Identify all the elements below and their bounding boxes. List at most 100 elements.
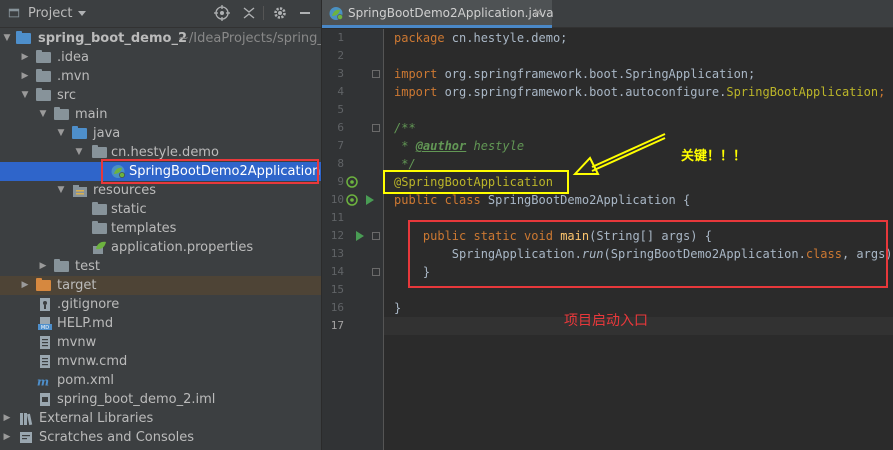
project-view-icon [8,8,20,18]
annotation-key-label: 关键！！！ [681,149,747,164]
line-number: 10 [330,193,344,206]
code-token: * [394,139,416,153]
arrow-icon [572,133,666,175]
tree-item-label: templates [111,221,177,236]
tab-springbootdemo2application[interactable]: SpringBootDemo2Application.java × [322,0,554,28]
tree-item-scratches[interactable]: ▶ Scratches and Consoles [0,428,321,447]
tree-item-label: main [75,107,108,122]
tree-item-gitignore[interactable]: .gitignore [0,295,321,314]
close-icon[interactable]: × [533,5,543,19]
project-tool-window: Project ▼ spring_boot_demo_2 ~/IdeaProje… [0,0,321,450]
maven-file-icon: m [37,374,49,388]
annotation-entry-label: 项目启动入口 [564,313,648,329]
tab-label: SpringBootDemo2Application.java [348,6,554,20]
line-number: 1 [337,31,344,44]
collapsed-arrow-icon[interactable]: ▶ [38,257,48,276]
line-number: 3 [337,67,344,80]
code-token: cn.hestyle.demo; [444,31,568,45]
expand-arrow-icon[interactable]: ▼ [56,124,66,143]
expand-arrow-icon[interactable]: ▼ [38,105,48,124]
line-number: 16 [330,301,344,314]
code-token: SpringBootApplication [726,85,879,99]
hide-panel-icon[interactable] [297,5,313,21]
code-token: import [394,67,438,81]
code-token: import [394,85,438,99]
text-file-icon [40,336,50,349]
tree-item-main[interactable]: ▼ main [0,105,321,124]
tree-item-iml[interactable]: spring_boot_demo_2.iml [0,390,321,409]
collapsed-arrow-icon[interactable]: ▶ [20,276,30,295]
collapsed-arrow-icon[interactable]: ▶ [2,409,12,428]
run-main-icon[interactable] [356,231,364,241]
svg-text:m: m [37,374,49,388]
tree-item-mvn[interactable]: ▶ .mvn [0,67,321,86]
tree-item-label: mvnw [57,335,97,350]
project-view-selector[interactable]: Project [28,6,72,21]
package-icon [92,145,107,158]
code-token: public class [394,193,481,207]
resources-folder-icon [73,185,87,197]
folder-icon [36,50,51,63]
tree-item-idea[interactable]: ▶ .idea [0,48,321,67]
crosshair-icon[interactable] [214,5,230,21]
tree-item-pom-xml[interactable]: m pom.xml [0,371,321,390]
svg-text:MD: MD [41,325,49,331]
expand-arrow-icon[interactable]: ▼ [2,29,12,48]
folder-icon [36,88,51,101]
code-line-6: /** [394,119,416,137]
tree-item-target[interactable]: ▶ target [0,276,321,295]
collapse-all-icon[interactable] [241,5,257,21]
tree-item-mvnw[interactable]: mvnw [0,333,321,352]
collapsed-arrow-icon[interactable]: ▶ [20,67,30,86]
collapsed-arrow-icon[interactable]: ▶ [20,48,30,67]
module-path: ~/IdeaProjects/spring_b [178,31,321,46]
gear-icon[interactable] [272,5,288,21]
spring-bean-gutter-icon[interactable] [346,176,358,188]
tree-item-label: mvnw.cmd [57,354,128,369]
tree-item-static[interactable]: static [0,200,321,219]
tree-item-external-libraries[interactable]: ▶ External Libraries [0,409,321,428]
collapsed-arrow-icon[interactable]: ▶ [2,428,12,447]
expand-arrow-icon[interactable]: ▼ [20,86,30,105]
line-number: 4 [337,85,344,98]
tree-item-java[interactable]: ▼ java [0,124,321,143]
highlight-box-main-class [101,159,319,184]
expand-arrow-icon[interactable]: ▼ [74,143,84,162]
chevron-down-icon[interactable] [78,11,86,17]
run-class-icon[interactable] [366,195,374,205]
line-number: 14 [330,265,344,278]
fold-marker-icon[interactable] [372,268,380,276]
editor-tab-bar: SpringBootDemo2Application.java × [322,0,893,28]
line-number: 11 [330,211,344,224]
spring-properties-icon [93,241,106,254]
code-token: hestyle [466,139,525,153]
tree-item-module-root[interactable]: ▼ spring_boot_demo_2 ~/IdeaProjects/spri… [0,29,321,48]
code-line-4: import org.springframework.boot.autoconf… [394,83,885,101]
editor-gutter: 1 2 3 4 5 6 7 8 9 10 11 12 13 14 15 16 1… [322,29,384,450]
folder-icon [54,107,69,120]
tree-item-help-md[interactable]: MD HELP.md [0,314,321,333]
fold-marker-icon[interactable] [372,232,380,240]
iml-file-icon [40,393,50,406]
folder-icon [92,221,107,234]
line-number: 13 [330,247,344,260]
tree-item-label: .mvn [57,69,90,84]
fold-marker-icon[interactable] [372,124,380,132]
code-token: /** [394,121,416,135]
tree-item-label: spring_boot_demo_2 [38,31,187,46]
tree-item-label: HELP.md [57,316,114,331]
spring-bean-gutter-icon[interactable] [346,194,358,206]
tree-item-label: test [75,259,100,274]
folder-icon [54,259,69,272]
libraries-icon [20,413,33,426]
tree-item-templates[interactable]: templates [0,219,321,238]
tree-item-application-properties[interactable]: application.properties [0,238,321,257]
tree-item-mvnw-cmd[interactable]: mvnw.cmd [0,352,321,371]
expand-arrow-icon[interactable]: ▼ [56,181,66,200]
tree-item-test[interactable]: ▶ test [0,257,321,276]
project-header: Project [0,0,321,28]
line-number: 7 [337,139,344,152]
fold-marker-icon[interactable] [372,70,380,78]
code-token: org.springframework.boot.autoconfigure. [437,85,727,99]
tree-item-src[interactable]: ▼ src [0,86,321,105]
